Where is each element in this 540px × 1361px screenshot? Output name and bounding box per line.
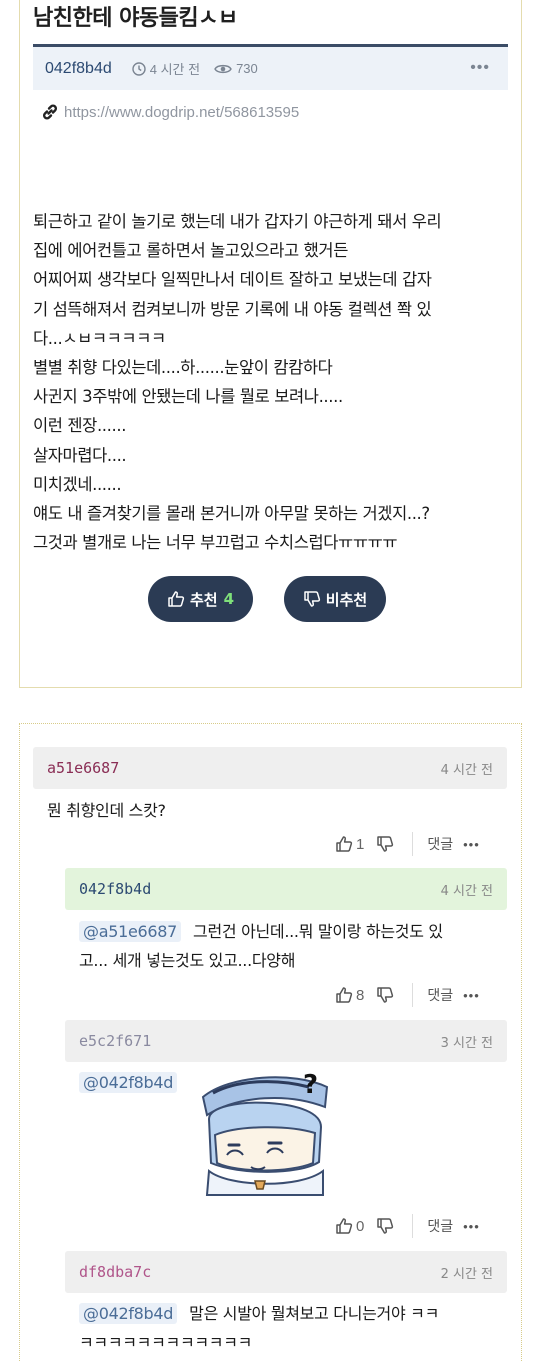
thumbs-up-icon [336, 1218, 353, 1234]
comment-line: 말은 시발아 뭘쳐보고 다니는거야 ㅋㅋ [189, 1304, 440, 1323]
divider [412, 832, 414, 856]
post-body-line: 그것과 별개로 나는 너무 부끄럽고 수치스럽다ㅠㅠㅠㅠ [33, 533, 398, 553]
post-body-line: 기 섬뜩해져서 컴켜보니까 방문 기록에 내 야동 컬렉션 쫙 있 [33, 299, 432, 319]
source-link[interactable]: https://www.dogdrip.net/568613595 [40, 102, 299, 122]
post-body-line: 퇴근하고 같이 놀기로 했는데 내가 갑자기 야근하게 돼서 우리 [33, 212, 442, 231]
upvote-label: 추천 [189, 590, 218, 609]
comment-header: a51e6687 4 시간 전 [33, 747, 507, 789]
post-body-line: 살자마렵다.... [33, 445, 127, 465]
post-time: 4 시간 전 [132, 59, 200, 78]
post-body: 퇴근하고 같이 놀기로 했는데 내가 갑자기 야근하게 돼서 우리 집에 에어컨… [33, 207, 513, 557]
thumbs-down-icon [304, 591, 320, 607]
post-body-line: 미치겠네...... [33, 474, 122, 494]
comment-more-button[interactable]: ••• [463, 988, 480, 1003]
comment-header: df8dba7c 2 시간 전 [65, 1251, 507, 1293]
comment-line: 뭔 취향인데 스캇? [47, 801, 166, 820]
post-body-line: 집에 에어컨틀고 롤하면서 놀고있으라고 했거든 [33, 241, 348, 261]
source-url[interactable]: https://www.dogdrip.net/568613595 [64, 104, 299, 121]
comment-actions: 8 댓글 ••• [335, 983, 480, 1007]
comment-reply-button[interactable]: 댓글 [427, 985, 453, 1005]
post-more-button[interactable]: ••• [470, 59, 490, 77]
comment-line: 그런건 아닌데...뭐 말이랑 하는것도 있 [193, 922, 443, 941]
post-meta-bar: 042f8b4d 4 시간 전 730 ••• [33, 44, 508, 90]
comment-mention[interactable]: @042f8b4d [79, 1303, 178, 1324]
comment-time: 4 시간 전 [440, 883, 493, 899]
comment-time: 3 시간 전 [440, 1035, 493, 1051]
comment-author[interactable]: df8dba7c [79, 1263, 151, 1281]
comment-time: 4 시간 전 [440, 762, 493, 778]
thumbs-down-icon [377, 1218, 394, 1234]
upvote-button[interactable]: 추천 4 [148, 576, 253, 622]
comment-author[interactable]: a51e6687 [47, 759, 119, 777]
comment-more-button[interactable]: ••• [463, 1219, 480, 1234]
comment-dislike-button[interactable] [376, 1217, 394, 1235]
comment-line: ㅋㅋㅋㅋㅋㅋㅋㅋㅋㅋㅋㅋ [79, 1333, 253, 1352]
post-views: 730 [214, 61, 258, 76]
post-views-count: 730 [236, 61, 258, 76]
comment-like-count: 0 [356, 1217, 365, 1235]
comment-mention[interactable]: @a51e6687 [79, 921, 182, 942]
clock-icon [132, 61, 146, 76]
comment-reply-button[interactable]: 댓글 [427, 834, 453, 854]
post-time-text: 4 시간 전 [149, 62, 201, 77]
comment-text: 뭔 취향인데 스캇? [47, 796, 166, 825]
comment-author[interactable]: e5c2f671 [79, 1032, 151, 1050]
divider [412, 983, 414, 1007]
anime-character-sticker: ? [199, 1067, 331, 1197]
thumbs-up-icon [336, 987, 353, 1003]
thumbs-down-icon [377, 987, 394, 1003]
svg-text:?: ? [303, 1070, 318, 1100]
comment-reply-button[interactable]: 댓글 [427, 1216, 453, 1236]
comment-text: @042f8b4d [79, 1068, 189, 1097]
comment-like-count: 8 [356, 986, 365, 1004]
comment-header: 042f8b4d 4 시간 전 [65, 868, 507, 910]
comment-mention[interactable]: @042f8b4d [79, 1072, 178, 1093]
thumbs-up-icon [168, 591, 185, 607]
upvote-count: 4 [223, 590, 235, 608]
post-body-line: 사귄지 3주밖에 안됐는데 나를 뭘로 보려나..... [33, 387, 343, 407]
post-author[interactable]: 042f8b4d [45, 60, 112, 78]
post-body-line: 어찌어찌 생각보다 일찍만나서 데이트 잘하고 보냈는데 갑자 [33, 270, 432, 290]
comment-more-button[interactable]: ••• [463, 837, 480, 852]
comment-dislike-button[interactable] [376, 835, 394, 853]
comment-time: 2 시간 전 [440, 1266, 493, 1282]
comment-actions: 0 댓글 ••• [335, 1214, 480, 1238]
post-body-line: 얘도 내 즐겨찾기를 몰래 본거니까 아무말 못하는 거겠지...? [33, 504, 430, 524]
comment-author[interactable]: 042f8b4d [79, 880, 151, 898]
downvote-label: 비추천 [325, 590, 368, 609]
comment-text: @a51e6687 그런건 아닌데...뭐 말이랑 하는것도 있 고... 세개 … [79, 917, 509, 975]
comment-like-button[interactable]: 8 [335, 986, 364, 1004]
divider [412, 1214, 414, 1238]
thumbs-down-icon [377, 836, 394, 852]
comment-like-button[interactable]: 0 [335, 1217, 364, 1235]
comment-header: e5c2f671 3 시간 전 [65, 1020, 507, 1062]
comment-text: @042f8b4d 말은 시발아 뭘쳐보고 다니는거야 ㅋㅋ ㅋㅋㅋㅋㅋㅋㅋㅋㅋㅋ… [79, 1299, 509, 1357]
post-title: 남친한테 야동들킴ㅅㅂ [33, 6, 238, 31]
comment-like-button[interactable]: 1 [335, 835, 364, 853]
downvote-button[interactable]: 비추천 [284, 576, 386, 622]
comment-actions: 1 댓글 ••• [335, 832, 480, 856]
post-body-line: 별별 취향 다있는데....하......눈앞이 캄캄하다 [33, 358, 333, 378]
eye-icon [214, 64, 232, 73]
post-body-line: 다...ㅅㅂㅋㅋㅋㅋㅋ [33, 328, 166, 348]
thumbs-up-icon [336, 836, 353, 852]
comment-dislike-button[interactable] [376, 986, 394, 1004]
link-icon [42, 104, 58, 120]
comment-like-count: 1 [356, 835, 365, 853]
comment-line: 고... 세개 넣는것도 있고...다양해 [79, 951, 296, 970]
post-body-line: 이런 젠장...... [33, 416, 127, 436]
